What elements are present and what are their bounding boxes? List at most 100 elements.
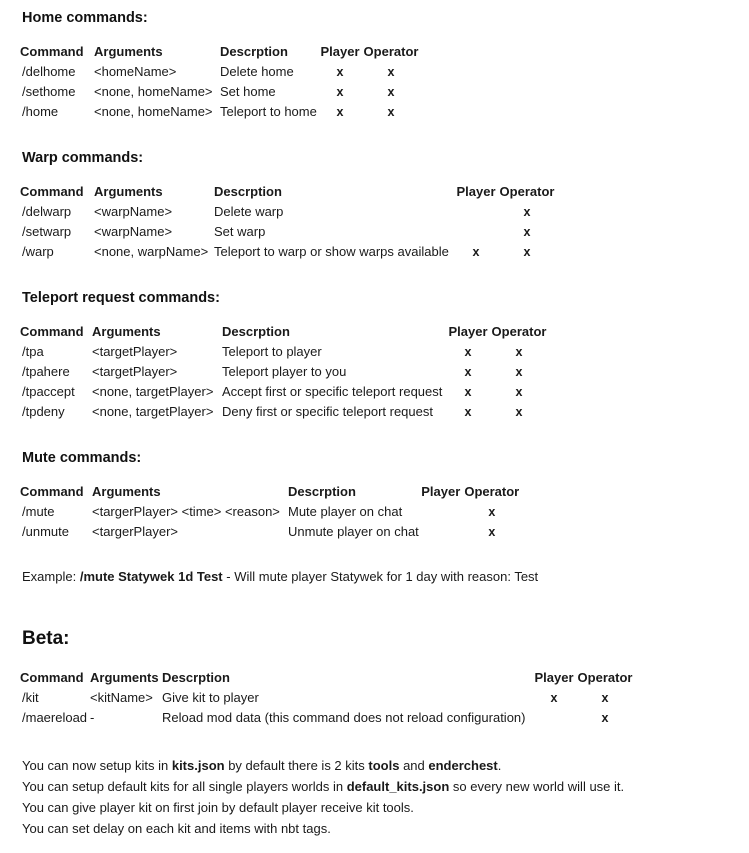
cell-command: /home: [22, 104, 59, 119]
header-arguments: Arguments: [92, 324, 161, 339]
cell-operator-flag: x: [488, 505, 496, 519]
cell-description: Teleport to home: [220, 104, 317, 119]
cell-description: Mute player on chat: [288, 504, 403, 519]
cell-command: /warp: [22, 244, 54, 259]
cell-description: Teleport to player: [222, 344, 322, 359]
header-operator: Operator: [491, 324, 547, 339]
note-emphasis: default_kits.json: [346, 779, 450, 794]
note-emphasis: tools: [368, 758, 400, 773]
header-command: Command: [20, 44, 84, 59]
cell-command: /maereload: [22, 710, 88, 725]
cell-command: /unmute: [22, 524, 69, 539]
note-text: .: [497, 758, 502, 773]
cell-operator-flag: x: [515, 385, 523, 399]
command-table-mute: Command Arguments Descrption Player Oper…: [20, 482, 521, 542]
table-header-row: Command Arguments Descrption Player Oper…: [20, 182, 556, 202]
cell-player-flag: [454, 222, 498, 242]
cell-player-flag: [419, 502, 463, 522]
command-table-home: Command Arguments Descrption Player Oper…: [20, 42, 420, 122]
note-text: and: [399, 758, 429, 773]
mute-example-line: Example: /mute Statywek 1d Test - Will m…: [22, 569, 538, 584]
table-header-row: Command Arguments Descrption Player Oper…: [20, 668, 634, 688]
header-operator: Operator: [577, 670, 633, 685]
header-player: Player: [320, 44, 360, 59]
cell-command: /delwarp: [22, 204, 72, 219]
table-row: /maereload - Reload mod data (this comma…: [20, 708, 634, 728]
header-operator: Operator: [464, 484, 520, 499]
cell-description: Delete home: [220, 64, 294, 79]
table-row: /sethome <none, homeName> Set home x x: [20, 82, 420, 102]
cell-player-flag: x: [550, 691, 558, 705]
note-text: You can set delay on each kit and items …: [22, 821, 331, 836]
note-emphasis: enderchest: [428, 758, 498, 773]
header-command: Command: [20, 484, 84, 499]
cell-arguments: <targetPlayer>: [92, 364, 178, 379]
note-line: You can give player kit on first join by…: [22, 797, 624, 818]
cell-player-flag: [532, 708, 576, 728]
cell-command: /kit: [22, 690, 39, 705]
note-text: You can now setup kits in: [22, 758, 172, 773]
table-row: /home <none, homeName> Teleport to home …: [20, 102, 420, 122]
header-command: Command: [20, 670, 84, 685]
header-player: Player: [456, 184, 496, 199]
cell-player-flag: [454, 202, 498, 222]
cell-description: Set warp: [214, 224, 266, 239]
cell-arguments: <none, homeName>: [94, 84, 213, 99]
section-heading-warp: Warp commands:: [22, 150, 144, 166]
cell-description: Accept first or specific teleport reques…: [222, 384, 443, 399]
cell-operator-flag: x: [387, 85, 395, 99]
cell-description: Unmute player on chat: [288, 524, 419, 539]
cell-operator-flag: x: [387, 65, 395, 79]
cell-arguments: <none, targetPlayer>: [92, 384, 214, 399]
header-description: Descrption: [220, 44, 288, 59]
header-arguments: Arguments: [94, 44, 163, 59]
section-heading-mute: Mute commands:: [22, 450, 142, 466]
table-row: /delhome <homeName> Delete home x x: [20, 62, 420, 82]
cell-arguments: <warpName>: [94, 204, 173, 219]
cell-description: Delete warp: [214, 204, 284, 219]
table-row: /mute <targerPlayer> <time> <reason> Mut…: [20, 502, 521, 522]
table-row: /tpahere <targetPlayer> Teleport player …: [20, 362, 548, 382]
cell-operator-flag: x: [515, 345, 523, 359]
example-command: /mute Statywek 1d Test: [79, 569, 223, 584]
table-row: /warp <none, warpName> Teleport to warp …: [20, 242, 556, 262]
cell-description: Teleport to warp or show warps available: [214, 244, 449, 259]
cell-operator-flag: x: [523, 225, 531, 239]
cell-command: /delhome: [22, 64, 76, 79]
note-emphasis: kits.json: [171, 758, 225, 773]
cell-arguments: <none, targetPlayer>: [92, 404, 214, 419]
cell-description: Set home: [220, 84, 276, 99]
cell-player-flag: x: [336, 105, 344, 119]
cell-command: /sethome: [22, 84, 76, 99]
cell-command: /tpa: [22, 344, 44, 359]
cell-player-flag: x: [336, 85, 344, 99]
cell-arguments: <none, warpName>: [94, 244, 209, 259]
table-row: /setwarp <warpName> Set warp x: [20, 222, 556, 242]
header-player: Player: [534, 670, 574, 685]
section-heading-teleport: Teleport request commands:: [22, 290, 220, 306]
cell-command: /tpdeny: [22, 404, 65, 419]
cell-operator-flag: x: [515, 405, 523, 419]
example-separator: -: [226, 569, 231, 584]
cell-command: /mute: [22, 504, 55, 519]
cell-player-flag: x: [336, 65, 344, 79]
cell-operator-flag: x: [488, 525, 496, 539]
cell-player-flag: x: [464, 345, 472, 359]
header-arguments: Arguments: [94, 184, 163, 199]
cell-operator-flag: x: [523, 205, 531, 219]
cell-player-flag: x: [464, 385, 472, 399]
documentation-page: Home commands: Command Arguments Descrpt…: [0, 0, 749, 853]
cell-player-flag: [419, 522, 463, 542]
table-row: /delwarp <warpName> Delete warp x: [20, 202, 556, 222]
header-description: Descrption: [214, 184, 282, 199]
table-row: /tpaccept <none, targetPlayer> Accept fi…: [20, 382, 548, 402]
table-row: /tpa <targetPlayer> Teleport to player x…: [20, 342, 548, 362]
header-player: Player: [448, 324, 488, 339]
cell-player-flag: x: [464, 405, 472, 419]
command-table-beta: Command Arguments Descrption Player Oper…: [20, 668, 634, 728]
cell-operator-flag: x: [387, 105, 395, 119]
cell-operator-flag: x: [515, 365, 523, 379]
table-row: /kit <kitName> Give kit to player x x: [20, 688, 634, 708]
command-table-teleport: Command Arguments Descrption Player Oper…: [20, 322, 548, 422]
note-line: You can setup default kits for all singl…: [22, 776, 624, 797]
